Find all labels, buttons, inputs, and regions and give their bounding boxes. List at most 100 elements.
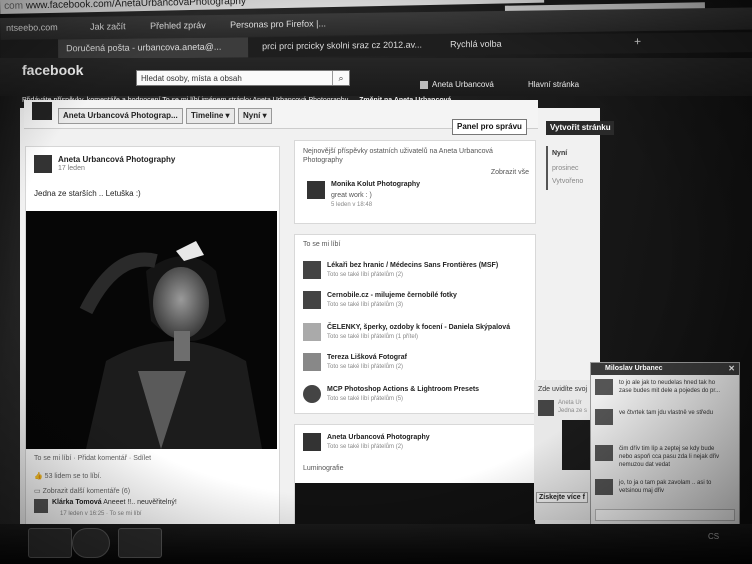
post-actions[interactable]: To se mi líbí · Přidat komentář · Sdílet — [34, 455, 151, 462]
liked-page-sub: Toto se také líbí přátelům (2) — [327, 364, 404, 370]
chat-message-text: jo, to ja o tam pak zavolam .. asi to ve… — [619, 480, 712, 494]
suggest-heading: Zde uvidíte svoj — [538, 386, 588, 393]
comment-text: Aneeet !!.. neuvěřitelný! — [103, 499, 177, 506]
page-name-button[interactable]: Aneta Urbancová Photograp... — [58, 108, 183, 124]
search-icon[interactable]: ⌕ — [332, 71, 349, 85]
tab-mail[interactable]: Doručená pošta - urbancova.aneta@... — [66, 42, 221, 54]
bookmark-item[interactable]: ntseebo.com — [6, 22, 58, 33]
media-player-taskbar-icon[interactable] — [28, 528, 72, 558]
suggest-image[interactable] — [562, 420, 592, 470]
page-box-image[interactable] — [295, 483, 535, 525]
post-photo[interactable] — [26, 211, 277, 449]
likes-heading: To se mi líbí — [303, 241, 341, 248]
liked-page-sub: Toto se také líbí přátelům (5) — [327, 396, 404, 402]
post-author[interactable]: Aneta Urbancová Photography — [58, 155, 175, 164]
recent-post-text: great work : ) — [331, 192, 372, 199]
tab-speed-dial[interactable]: Rychlá volba — [450, 39, 502, 50]
timeline-nav-now[interactable]: Nyní — [552, 150, 567, 157]
page-box-sub: Toto se také líbí přátelům (2) — [327, 444, 404, 450]
tab-video[interactable]: prci prci prcicky skolni sraz cz 2012.av… — [262, 40, 422, 52]
timeline-nav-created[interactable]: Vytvořeno — [552, 178, 583, 185]
avatar[interactable] — [307, 181, 325, 199]
facebook-logo[interactable]: facebook — [22, 62, 83, 78]
create-page-button[interactable]: Vytvořit stránku — [546, 121, 614, 135]
liked-page-item[interactable]: Cernobile.cz - milujeme černobílé fotky T… — [303, 291, 531, 313]
page-box-label: Luminografie — [303, 465, 344, 472]
chat-contact-name: Miloslav Urbanec — [605, 365, 663, 372]
recent-posts-heading: Nejnovější příspěvky ostatních uživatelů… — [303, 148, 493, 164]
liked-page-item[interactable]: ČELENKY, šperky, ozdoby k focení - Danie… — [303, 323, 531, 345]
comment-author[interactable]: Klárka Tomová — [52, 499, 102, 506]
now-dropdown[interactable]: Nyní ▾ — [238, 108, 272, 124]
bookmark-item[interactable]: Přehled zpráv — [150, 20, 206, 31]
chat-message-text: čim dřív tim líp a zeptej se kdy bude ne… — [619, 446, 720, 468]
avatar — [595, 479, 613, 495]
liked-page-item[interactable]: Tereza Lišková Fotograf Toto se také líbí… — [303, 353, 531, 375]
liked-page-item[interactable]: MCP Photoshop Actions & Lightroom Preset… — [303, 385, 531, 407]
post-date[interactable]: 17 leden — [58, 165, 85, 172]
user-name: Aneta Urbancová — [432, 80, 494, 89]
profile-link[interactable]: Aneta Urbancová — [420, 80, 494, 89]
new-tab-button[interactable]: + — [634, 34, 641, 48]
avatar[interactable] — [538, 400, 554, 416]
chat-input[interactable] — [595, 509, 735, 521]
page-box-author[interactable]: Aneta Urbancová Photography — [327, 434, 430, 441]
timeline-dropdown[interactable]: Timeline ▾ — [186, 108, 235, 124]
more-comments-link[interactable]: ▭ Zobrazit další komentáře (6) — [34, 487, 130, 495]
chat-message: čim dřív tim líp a zeptej se kdy bude ne… — [595, 445, 735, 477]
page-icon — [303, 323, 321, 341]
chat-message: to jo ale jak to neudelas hned tak ho za… — [595, 379, 735, 405]
more-comments-text: Zobrazit další komentáře (6) — [42, 488, 131, 495]
liked-page-name[interactable]: Tereza Lišková Fotograf — [327, 354, 407, 361]
avatar[interactable] — [34, 499, 48, 513]
chat-header[interactable]: Miloslav Urbanec ✕ — [591, 363, 739, 375]
chat-message: jo, to ja o tam pak zavolam .. asi to ve… — [595, 479, 735, 505]
like-count[interactable]: 👍 53 lidem se to líbí. — [34, 472, 101, 480]
suggest-name[interactable]: Aneta Ur — [558, 400, 582, 406]
recent-post-author[interactable]: Monika Kolut Photography — [331, 181, 420, 188]
chat-window: Miloslav Urbanec ✕ to jo ale jak to neude… — [590, 362, 740, 526]
page-icon — [303, 291, 321, 309]
page-thumbnail — [32, 102, 52, 120]
bookmark-item[interactable]: Personas pro Firefox |... — [230, 18, 326, 29]
liked-page-sub: Toto se také líbí přátelům (1 přítel) — [327, 334, 419, 340]
avatar — [595, 409, 613, 425]
photo-of-screen: com www.facebook.com/AnetaUrbancovaPhoto… — [0, 0, 752, 564]
portrait-image — [26, 211, 277, 449]
now-label: Nyní — [243, 111, 261, 120]
search-input[interactable]: Hledat osoby, místa a obsah ⌕ — [136, 70, 350, 86]
suggest-sub: Jedna ze s — [558, 408, 588, 414]
taskbar — [0, 524, 752, 564]
url-text: www.facebook.com/AnetaUrbancovaPhotograp… — [25, 0, 247, 12]
liked-page-name[interactable]: MCP Photoshop Actions & Lightroom Preset… — [327, 386, 479, 393]
avatar[interactable] — [34, 155, 52, 173]
get-more-button[interactable]: Získejte více f — [536, 492, 588, 503]
avatar — [420, 80, 428, 89]
liked-page-sub: Toto se také líbí přátelům (3) — [327, 302, 404, 308]
avatar — [595, 445, 613, 461]
page-icon — [303, 261, 321, 279]
bookmark-item[interactable]: Jak začít — [90, 21, 126, 31]
recent-post-date[interactable]: 5 leden v 18:48 — [331, 202, 372, 208]
window-taskbar-icon[interactable] — [118, 528, 162, 558]
close-icon[interactable]: ✕ — [728, 363, 735, 375]
chevron-down-icon: ▾ — [262, 111, 267, 120]
liked-page-item[interactable]: Lékaři bez hranic / Médecins Sans Fronti… — [303, 261, 531, 283]
recent-posts-box: Nejnovější příspěvky ostatních uživatelů… — [294, 140, 536, 224]
language-indicator[interactable]: CS — [708, 532, 719, 541]
admin-panel-button[interactable]: Panel pro správu — [452, 119, 527, 135]
liked-page-name[interactable]: Lékaři bez hranic / Médecins Sans Fronti… — [327, 262, 498, 269]
liked-page-name[interactable]: Cernobile.cz - milujeme černobílé fotky — [327, 292, 457, 299]
comment-date[interactable]: 17 leden v 16:25 · To se mi líbí — [60, 511, 142, 517]
firefox-taskbar-icon[interactable] — [72, 528, 110, 558]
page-box: Aneta Urbancová Photography Toto se také… — [294, 424, 536, 526]
post-text: Jedna ze starších .. Letuška :) — [34, 189, 141, 198]
search-placeholder: Hledat osoby, místa a obsah — [141, 74, 242, 83]
home-link[interactable]: Hlavní stránka — [528, 80, 579, 89]
timeline-nav-december[interactable]: prosinec — [552, 165, 578, 172]
avatar[interactable] — [303, 433, 321, 451]
show-all-link[interactable]: Zobrazit vše — [491, 169, 529, 176]
thumbs-up-icon: 👍 — [34, 473, 43, 480]
chat-message-text: ve čtvrtek tam jdu vlastně ve středu — [619, 410, 714, 416]
liked-page-name[interactable]: ČELENKY, šperky, ozdoby k focení - Danie… — [327, 324, 510, 331]
